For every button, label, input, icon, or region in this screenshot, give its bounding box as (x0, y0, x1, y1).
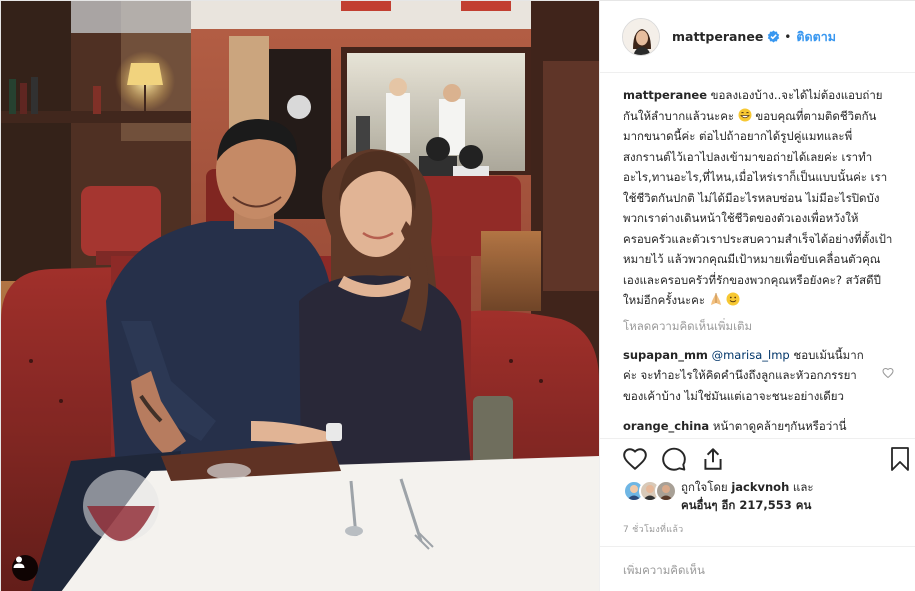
liker-avatar[interactable] (655, 480, 677, 502)
add-comment-input[interactable] (623, 562, 893, 577)
post-caption: mattperanee ขอลงเองบ้าง..จะได้ไม่ต้องแอบ… (623, 85, 894, 311)
heart-icon[interactable] (622, 446, 648, 472)
verified-badge-icon (768, 30, 780, 43)
liker-avatars (623, 480, 679, 502)
load-more-comments-link[interactable]: โหลดความคิดเห็นเพิ่มเติม (623, 317, 894, 335)
comment-item: supapan_mm @marisa_lmp ชอบเม้นนี้มากค่ะ … (623, 345, 894, 407)
photo-illustration (1, 1, 599, 591)
comments-section[interactable]: mattperanee ขอลงเองบ้าง..จะได้ไม่ต้องแอบ… (600, 73, 915, 438)
action-bar (600, 438, 915, 478)
instagram-post: mattperanee • ติดตาม mattperanee ขอลงเอง… (0, 0, 915, 591)
likes-summary: ถูกใจโดย jackvnoh และ คนอื่นๆ อีก 217,55… (623, 478, 903, 518)
user-tag-icon (13, 556, 25, 568)
post-sidebar: mattperanee • ติดตาม mattperanee ขอลงเอง… (599, 1, 915, 591)
user-tag-button[interactable] (12, 555, 38, 581)
likes-prefix: ถูกใจโดย (681, 480, 732, 494)
post-photo[interactable] (1, 1, 599, 591)
comment-like-heart-icon[interactable] (882, 367, 894, 379)
liker-avatar-image (659, 485, 673, 500)
caption-username[interactable]: mattperanee (623, 88, 707, 102)
comment-item: orange_china หน้าตาดูคล้ายๆกันหรือว่านี่ (623, 416, 894, 437)
comment-mention[interactable]: @marisa_lmp (712, 348, 790, 362)
avatar-image (623, 18, 659, 55)
smiling-emoji-icon (726, 292, 740, 306)
caption-text-continued: ขอบคุณที่ตามติดชีวิตกันมากขนาดนี้ค่ะ ต่อ… (623, 108, 893, 308)
likes-middle: และ (789, 480, 814, 494)
avatar[interactable] (622, 17, 660, 56)
post-header: mattperanee • ติดตาม (600, 1, 915, 73)
add-comment-bar (600, 546, 915, 591)
follow-button[interactable]: ติดตาม (796, 27, 836, 47)
grinning-emoji-icon (738, 108, 752, 121)
comment-username[interactable]: orange_china (623, 419, 709, 433)
likes-count-link[interactable]: คนอื่นๆ อีก 217,553 คน (681, 498, 811, 512)
liker-username[interactable]: jackvnoh (731, 480, 789, 494)
comment-text: หน้าตาดูคล้ายๆกันหรือว่านี่ (709, 419, 847, 433)
comment-bubble-icon[interactable] (661, 446, 687, 472)
likes-text: ถูกใจโดย jackvnoh และ คนอื่นๆ อีก 217,55… (681, 478, 814, 514)
praying-hands-emoji-icon (710, 293, 721, 305)
header-separator: • (784, 29, 792, 44)
post-author-username[interactable]: mattperanee (672, 29, 763, 44)
comment-username[interactable]: supapan_mm (623, 348, 708, 362)
share-icon[interactable] (700, 446, 726, 472)
post-timestamp[interactable]: 7 ชั่วโมงที่แล้ว (623, 522, 684, 536)
bookmark-icon[interactable] (888, 446, 912, 472)
